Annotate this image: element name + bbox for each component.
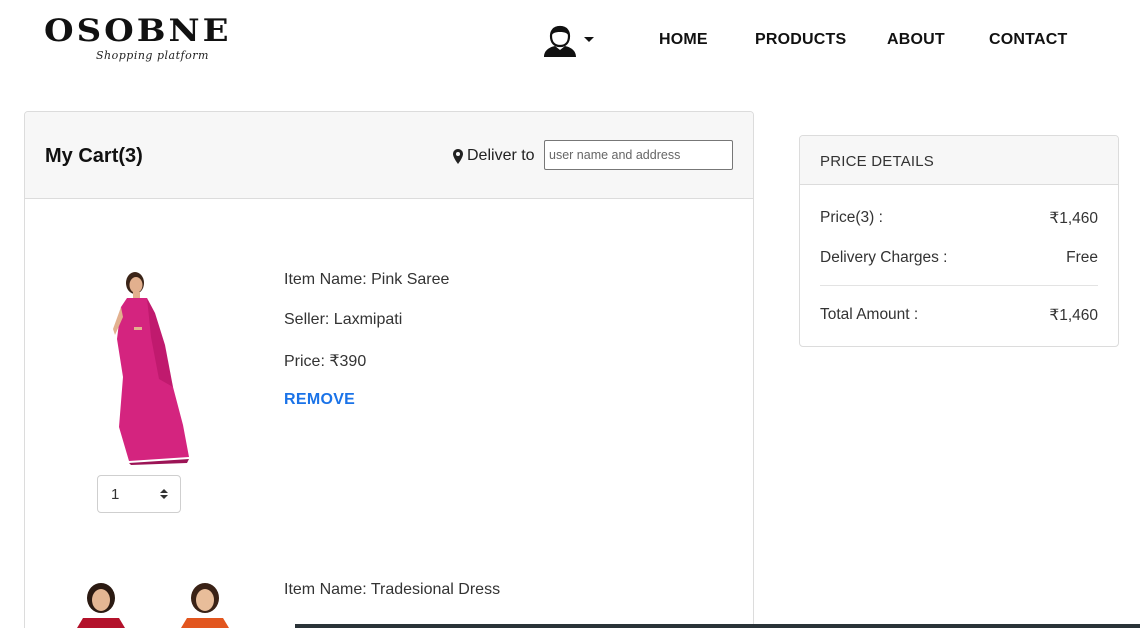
total-amount-value: ₹1,460 — [1049, 307, 1098, 324]
price-details-header: PRICE DETAILS — [800, 136, 1118, 185]
total-amount-label: Total Amount : — [820, 306, 919, 323]
cart-panel: My Cart(3) Deliver to 1 — [24, 111, 754, 628]
nav-about[interactable]: ABOUT — [887, 31, 945, 49]
price-label: Price(3) : — [820, 209, 883, 226]
price-value: ₹1,460 — [1049, 210, 1098, 227]
product-image-traditional-dress[interactable] — [53, 578, 243, 628]
bottom-bar — [295, 624, 1140, 628]
delivery-address-input[interactable] — [544, 140, 733, 170]
deliver-to-text: Deliver to — [467, 147, 535, 164]
item-name: Item Name: Tradesional Dress — [284, 581, 501, 598]
item-price: Price: ₹390 — [284, 353, 367, 370]
quantity-value: 1 — [111, 486, 120, 503]
divider — [820, 285, 1098, 286]
price-details-title: PRICE DETAILS — [820, 153, 935, 170]
nav-home[interactable]: HOME — [659, 31, 708, 49]
price-details-panel: PRICE DETAILS Price(3) : ₹1,460 Delivery… — [799, 135, 1119, 347]
user-avatar-icon — [544, 25, 576, 57]
user-menu[interactable] — [542, 24, 598, 58]
cart-header: My Cart(3) Deliver to — [25, 112, 753, 199]
brand-tagline: Shopping platform — [96, 49, 209, 62]
item-name: Item Name: Pink Saree — [284, 271, 450, 288]
delivery-charges-value: Free — [1066, 249, 1098, 266]
quantity-select[interactable]: 1 — [97, 475, 181, 513]
nav-products[interactable]: PRODUCTS — [755, 31, 846, 49]
caret-down-icon — [584, 37, 594, 42]
product-image-pink-saree[interactable] — [103, 267, 193, 467]
deliver-to-label: Deliver to — [453, 147, 535, 165]
brand-logo[interactable]: OSOBNE Shopping platform — [44, 12, 232, 66]
map-marker-icon — [453, 148, 463, 164]
brand-name: OSOBNE — [44, 13, 232, 49]
nav-contact[interactable]: CONTACT — [989, 31, 1067, 49]
item-seller: Seller: Laxmipati — [284, 311, 403, 328]
cart-title: My Cart(3) — [45, 145, 143, 167]
select-arrows-icon — [160, 489, 168, 499]
site-header: OSOBNE Shopping platform HOME PRODUCTS A… — [0, 0, 1140, 80]
delivery-charges-label: Delivery Charges : — [820, 249, 948, 266]
remove-button[interactable]: REMOVE — [284, 391, 355, 409]
